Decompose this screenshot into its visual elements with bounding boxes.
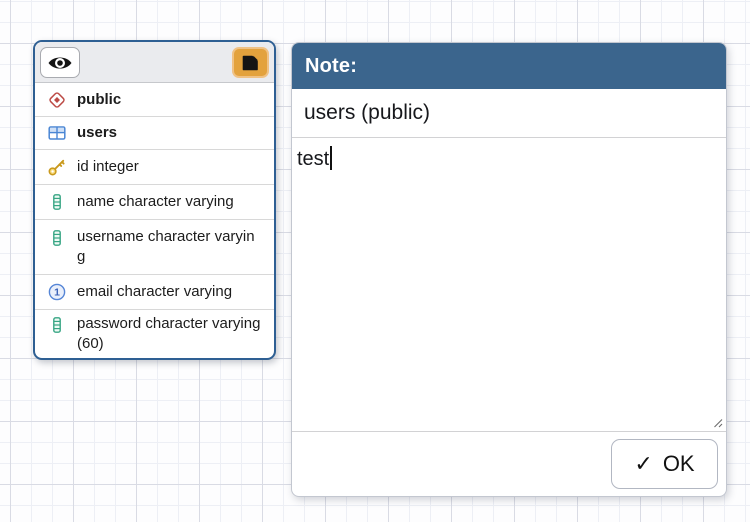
column-row-email: 1 email character varying (35, 275, 274, 310)
show-details-button[interactable] (40, 47, 80, 78)
column-label: username character varying (77, 227, 262, 267)
resize-handle-icon[interactable] (710, 415, 724, 429)
note-dialog-footer: ✓ OK (292, 432, 726, 496)
note-button[interactable] (232, 47, 269, 78)
column-row-password: password character varying (60) (35, 310, 274, 358)
column-icon (47, 315, 67, 335)
column-icon (47, 228, 67, 248)
column-label: name character varying (77, 192, 262, 212)
column-label: password character varying (60) (77, 314, 262, 354)
ok-button[interactable]: ✓ OK (611, 439, 718, 489)
table-node-users[interactable]: public users id integer (33, 40, 276, 360)
note-textarea[interactable]: test (292, 138, 726, 432)
note-text: test (297, 148, 329, 170)
table-name: users (77, 123, 262, 143)
note-dialog-header: Note: (292, 43, 726, 89)
schema-row: public (35, 83, 274, 117)
column-row-username: username character varying (35, 220, 274, 275)
column-row-name: name character varying (35, 185, 274, 220)
text-caret (330, 146, 332, 170)
check-icon: ✓ (634, 453, 652, 475)
column-label: id integer (77, 157, 262, 177)
column-icon (47, 192, 67, 212)
note-table-ref: users (public) (292, 89, 726, 138)
unique-one-icon: 1 (47, 282, 67, 302)
erd-canvas[interactable]: public users id integer (0, 0, 750, 522)
primary-key-icon (47, 157, 67, 177)
schema-name: public (77, 90, 262, 110)
column-label: email character varying (77, 282, 262, 302)
table-node-toolbar (35, 42, 274, 83)
note-icon (240, 53, 261, 73)
table-row: users (35, 117, 274, 150)
note-dialog: Note: users (public) test ✓ OK (291, 42, 727, 497)
eye-icon (47, 54, 73, 72)
table-icon (47, 123, 67, 143)
column-row-id: id integer (35, 150, 274, 185)
note-dialog-title: Note: (305, 55, 357, 78)
ok-label: OK (663, 451, 695, 477)
schema-icon (47, 90, 67, 110)
svg-text:1: 1 (54, 287, 60, 299)
